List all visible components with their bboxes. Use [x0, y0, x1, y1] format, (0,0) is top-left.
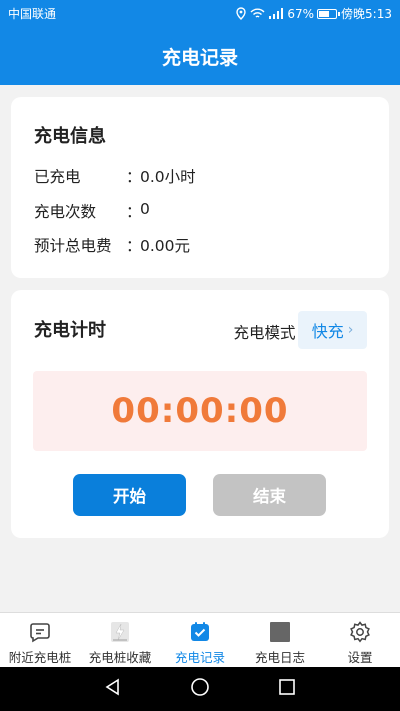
square-icon — [268, 620, 292, 644]
end-button[interactable]: 结束 — [213, 474, 326, 516]
timer-display: 00:00:00 — [33, 371, 367, 451]
bottom-tab-bar: 附近充电桩 充电桩收藏 充电记录 充电日志 设置 — [0, 612, 400, 668]
tab-label: 充电日志 — [254, 650, 305, 665]
clock: 傍晚5:13 — [341, 7, 392, 21]
info-value: 0 — [140, 200, 150, 218]
tab-charging-records[interactable]: 充电记录 — [160, 613, 240, 668]
message-icon — [28, 620, 52, 644]
tab-label: 充电桩收藏 — [88, 650, 152, 665]
info-value: 0.00元 — [140, 237, 191, 255]
charging-timer-card: 充电计时 充电模式： 快充 › 00:00:00 开始 结束 — [11, 290, 389, 538]
charging-info-card: 充电信息 已充电 ： 0.0小时 充电次数 ： 0 预计总电费 ： 0.00元 — [11, 97, 389, 278]
page-title: 充电记录 — [161, 46, 238, 69]
battery-percent: 67% — [287, 6, 315, 21]
gear-icon — [348, 620, 372, 644]
info-row-estimated-fee: 预计总电费 ： 0.00元 — [34, 234, 190, 256]
charge-mode-value: 快充 — [311, 322, 344, 341]
carrier-name: 中国联通 — [8, 7, 57, 21]
status-bar: 中国联通 67% 傍晚5:13 — [0, 0, 400, 27]
system-nav-bar — [0, 667, 400, 711]
title-bar: 充电记录 — [0, 27, 400, 85]
info-row-charge-count: 充电次数 ： 0 — [34, 200, 150, 222]
status-indicators: 67% 傍晚5:13 — [235, 5, 392, 22]
info-label: 充电次数 — [34, 203, 97, 221]
back-icon[interactable] — [104, 678, 122, 700]
start-button[interactable]: 开始 — [73, 474, 186, 516]
info-colon: ： — [126, 237, 142, 255]
info-colon: ： — [126, 168, 142, 186]
charger-icon — [108, 620, 132, 644]
tab-nearby-chargers[interactable]: 附近充电桩 — [0, 613, 80, 668]
info-label: 预计总电费 — [34, 237, 112, 255]
info-row-charged-time: 已充电 ： 0.0小时 — [34, 165, 196, 187]
tab-label: 充电记录 — [174, 650, 225, 665]
signal-icon — [269, 7, 284, 19]
info-card-title: 充电信息 — [34, 126, 106, 147]
wifi-icon — [250, 8, 265, 18]
info-value: 0.0小时 — [140, 168, 196, 186]
recents-icon[interactable] — [278, 678, 296, 700]
tab-charging-log[interactable]: 充电日志 — [240, 613, 320, 668]
timer-card-title: 充电计时 — [34, 320, 106, 341]
info-label: 已充电 — [34, 168, 81, 186]
home-icon[interactable] — [190, 677, 210, 701]
tab-label: 设置 — [347, 650, 373, 665]
timer-value: 00:00:00 — [111, 391, 289, 431]
location-icon — [236, 7, 247, 20]
tab-charger-favorites[interactable]: 充电桩收藏 — [80, 613, 160, 668]
info-colon: ： — [126, 203, 142, 221]
charge-mode-select[interactable]: 快充 › — [298, 311, 367, 349]
calendar-check-icon — [188, 620, 212, 644]
tab-label: 附近充电桩 — [8, 650, 72, 665]
battery-icon — [317, 8, 341, 19]
chevron-right-icon: › — [347, 322, 354, 338]
tab-settings[interactable]: 设置 — [320, 613, 400, 668]
